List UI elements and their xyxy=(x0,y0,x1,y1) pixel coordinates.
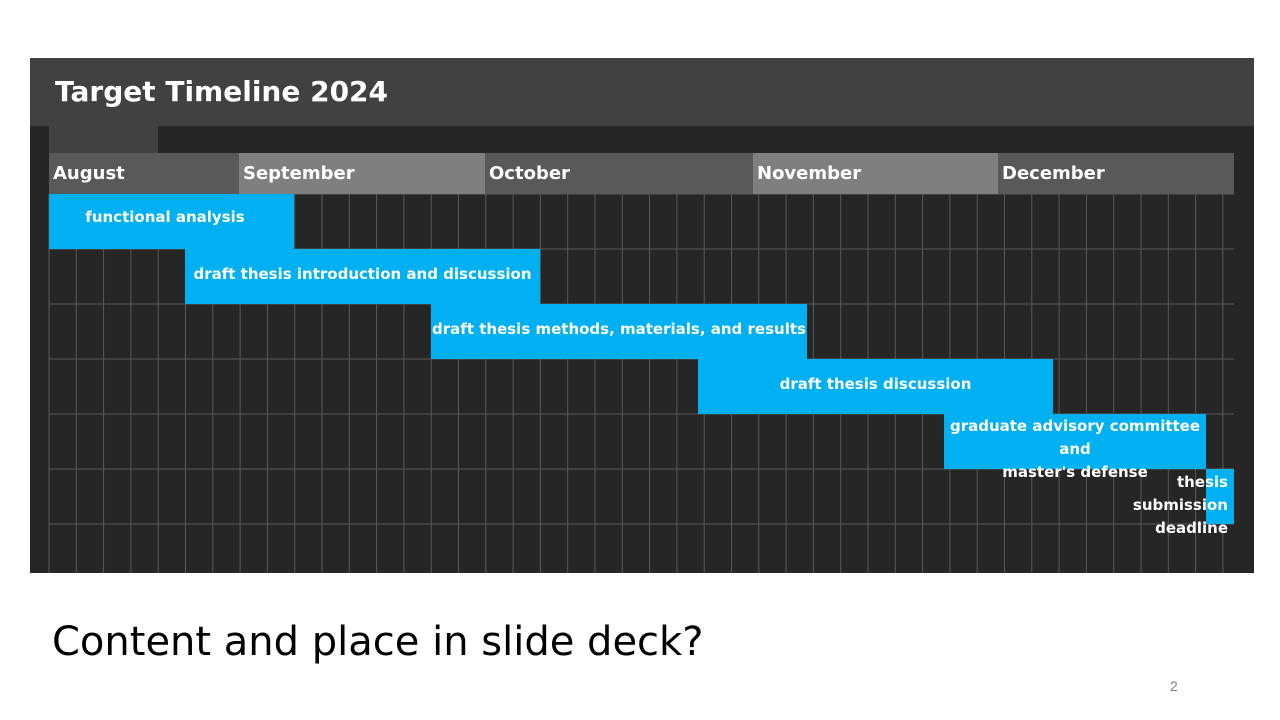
slide-title: Content and place in slide deck? xyxy=(52,619,704,665)
month-december: December xyxy=(998,153,1234,194)
task-label-draft-discussion: draft thesis discussion xyxy=(779,375,972,393)
task-label-draft-methods: draft thesis methods, materials, and res… xyxy=(432,320,806,338)
task-label-submission-deadline: thesis submission deadline xyxy=(1132,473,1228,537)
month-september: September xyxy=(239,153,485,194)
task-label-draft-intro: draft thesis introduction and discussion xyxy=(193,265,532,283)
month-november: November xyxy=(753,153,998,194)
page-number: 2 xyxy=(1170,678,1178,694)
month-august: August xyxy=(49,153,239,194)
timeline-panel: Target Timeline 2024 August September Oc… xyxy=(30,58,1254,573)
month-october: October xyxy=(485,153,753,194)
task-label-functional-analysis: functional analysis xyxy=(85,208,245,226)
